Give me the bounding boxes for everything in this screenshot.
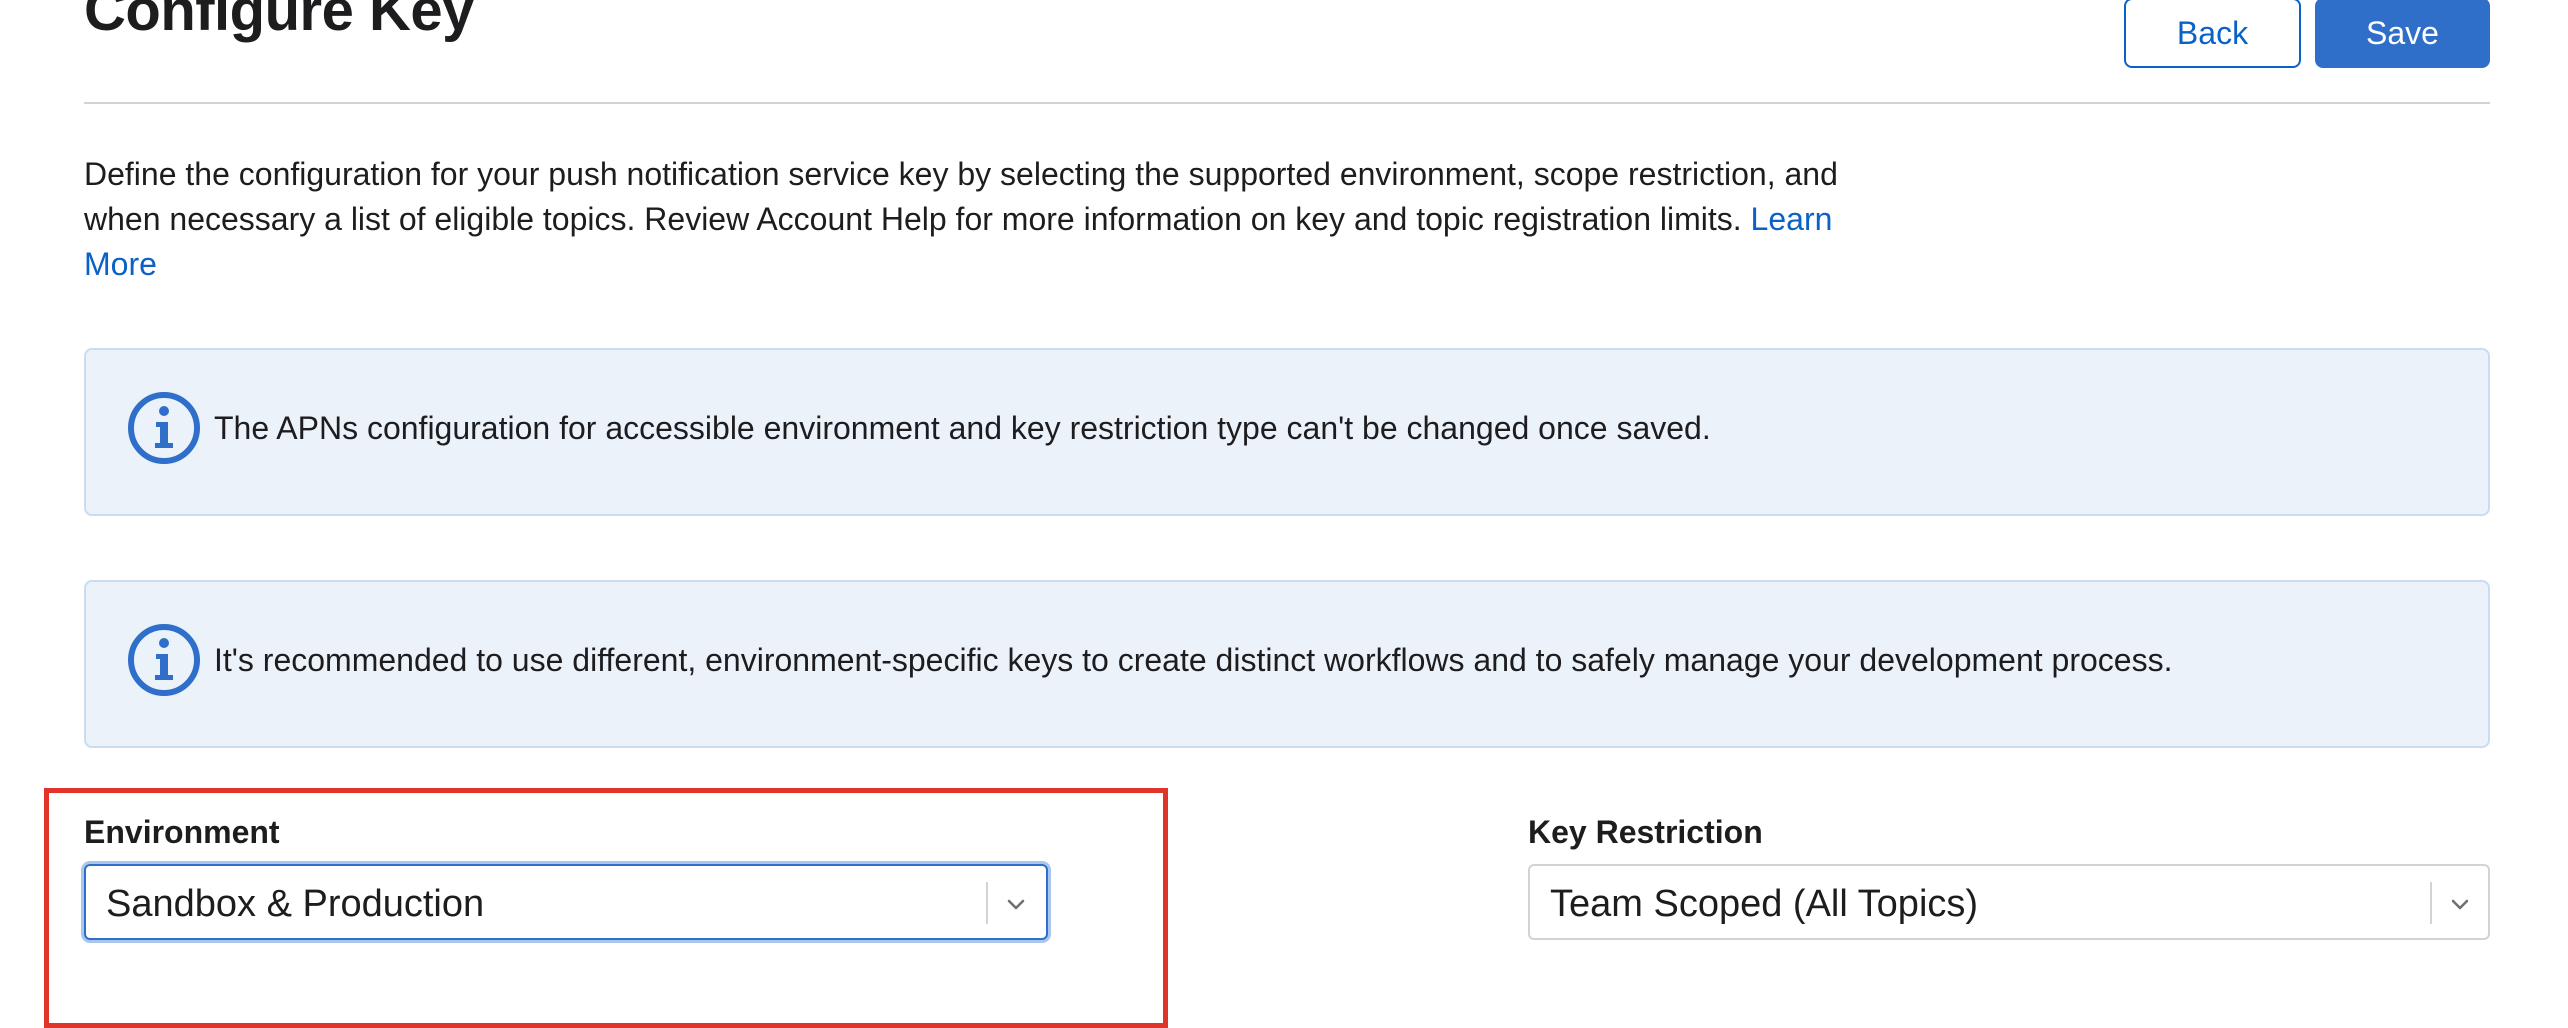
save-button[interactable]: Save bbox=[2315, 0, 2490, 68]
page-description: Define the configuration for your push n… bbox=[84, 152, 1904, 287]
key-restriction-label: Key Restriction bbox=[1528, 814, 1763, 850]
info-icon bbox=[128, 624, 200, 696]
key-restriction-select-value: Team Scoped (All Topics) bbox=[1550, 883, 1979, 925]
notice-immutable-config: The APNs configuration for accessible en… bbox=[84, 348, 2490, 516]
chevron-down-icon bbox=[2451, 899, 2469, 910]
notice-text: It's recommended to use different, envir… bbox=[214, 642, 2173, 678]
notice-environment-keys: It's recommended to use different, envir… bbox=[84, 580, 2490, 748]
back-button[interactable]: Back bbox=[2124, 0, 2301, 68]
select-divider bbox=[2430, 882, 2432, 924]
key-restriction-select[interactable]: Team Scoped (All Topics) bbox=[1528, 864, 2490, 940]
page-header: Configure Key Back Save bbox=[84, 0, 2490, 104]
environment-highlight-box bbox=[44, 788, 1168, 1028]
page-title: Configure Key bbox=[84, 0, 474, 43]
description-text: Define the configuration for your push n… bbox=[84, 156, 1838, 237]
notice-text: The APNs configuration for accessible en… bbox=[214, 410, 1711, 446]
info-icon bbox=[128, 392, 200, 464]
